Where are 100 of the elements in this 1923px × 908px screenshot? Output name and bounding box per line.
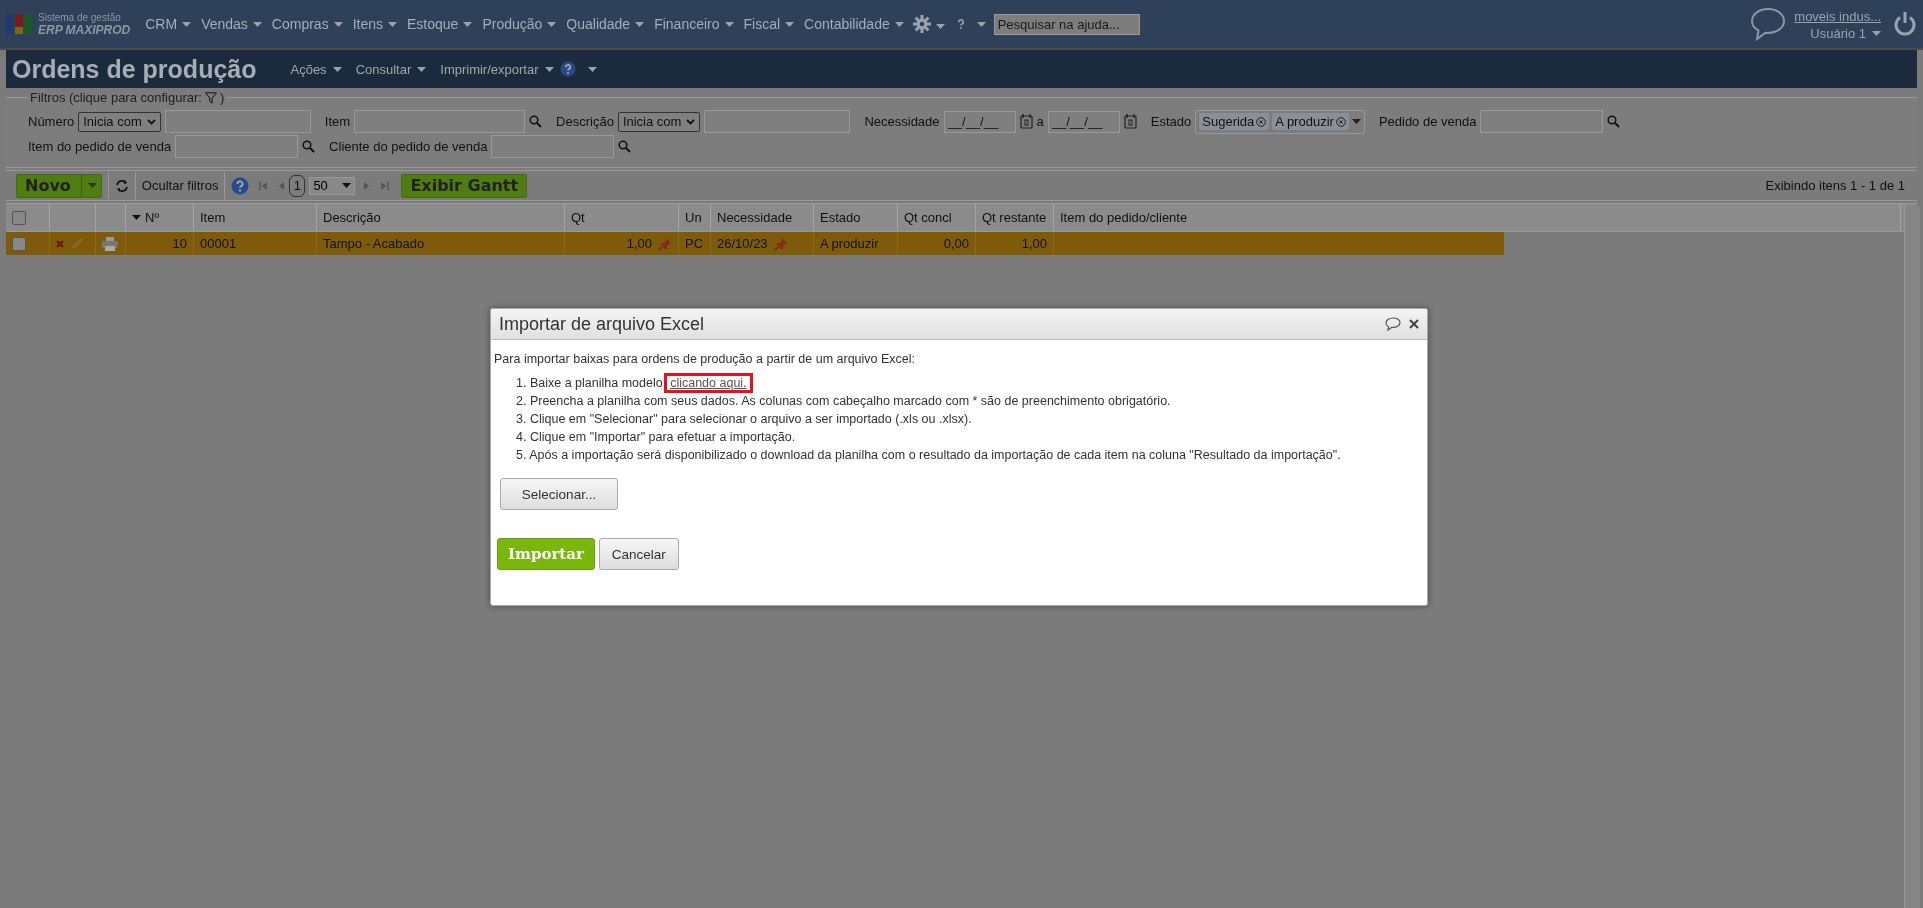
remove-icon[interactable] [1256,116,1267,127]
date-field[interactable]: __/__/__ [943,110,1016,133]
cancel-button[interactable]: Cancelar [598,538,679,570]
match-dropdown[interactable]: Inicia com [78,111,161,132]
user-menu[interactable]: Usuário 1 [1810,25,1881,41]
range-separator: a [1036,114,1044,129]
dialog-intro: Para importar baixas para ordens de produção a partir de um arquivo Excel: [494,351,917,368]
row-checkbox[interactable] [12,236,26,251]
scrollbar[interactable] [1904,206,1920,908]
first-page-icon[interactable] [259,180,270,191]
column-header[interactable]: Estado [814,204,898,231]
filters-legend-end: ) [219,90,225,105]
action-menu[interactable]: Ações [290,61,342,77]
filter-input[interactable] [164,110,311,133]
page-title: Ordens de produção [12,54,257,84]
table-cell: 26/10/23 [717,236,768,251]
remove-icon[interactable] [1335,116,1346,127]
search-icon[interactable] [1607,115,1621,128]
menu-item[interactable]: Estoque [402,16,478,32]
column-header[interactable]: Qt concl [898,204,976,231]
caret-icon [635,21,645,27]
download-link[interactable]: clicando aqui. [664,373,753,393]
printer-icon[interactable] [102,236,118,251]
previous-page-icon[interactable] [277,180,286,191]
column-header[interactable]: Qt restante [976,204,1054,231]
caret-icon [417,66,427,72]
menu-item[interactable]: Produção [477,16,562,32]
page-number-field[interactable]: 1 [289,174,306,197]
caret-icon [1872,30,1881,36]
caret-icon [252,21,262,27]
menu-item[interactable]: Vendas [196,16,267,32]
gantt-button[interactable]: Exibir Gantt [401,173,528,198]
filter-icon[interactable] [204,91,217,104]
close-icon[interactable] [1409,319,1419,329]
status-tag[interactable]: A produzir [1272,113,1349,130]
menu-item[interactable]: Fiscal [738,16,800,32]
status-tag[interactable]: Sugerida [1199,113,1270,130]
column-header[interactable]: Qt [565,204,679,231]
menu-item[interactable]: Itens [347,16,402,32]
caret-icon [332,66,342,72]
caret-icon [463,21,473,27]
help-icon[interactable] [559,61,576,77]
filters-legend[interactable]: Filtros (clique para configurar: [30,90,202,105]
caret-icon [544,66,554,72]
calendar-icon[interactable] [1123,114,1137,129]
match-dropdown[interactable]: Inicia com [617,111,701,132]
calendar-icon[interactable] [1019,114,1033,129]
filter-input[interactable] [1480,110,1604,133]
table-cell: 0,00 [943,236,969,251]
chat-icon[interactable] [1750,7,1787,41]
new-button[interactable]: Novo [16,173,102,198]
search-icon[interactable] [618,140,632,153]
dialog-title: Importar de arquivo Excel [499,313,706,335]
action-menu[interactable]: Consultar [355,61,427,77]
column-header[interactable]: Item [194,204,317,231]
table-row[interactable]: 10 00001 Tampo - Acabado 1,00 PC 26/10/23 A produzir 0,00 1,00 [6,232,1504,255]
status-multiselect[interactable]: Sugerida A produzir [1195,109,1365,134]
sort-icon[interactable] [132,215,141,220]
column-header[interactable]: Descrição [317,204,565,231]
caret-icon [388,21,397,27]
menu-item[interactable]: Qualidade [561,16,650,32]
chevron-icon [686,118,696,125]
settings-icon[interactable] [912,15,931,33]
import-button[interactable]: Importar [497,538,595,570]
last-page-icon[interactable] [379,180,390,191]
column-header[interactable]: Necessidade [711,204,814,231]
refresh-icon[interactable] [114,178,129,193]
filter-input[interactable] [354,110,526,133]
power-icon[interactable] [1893,11,1917,37]
instruction-step: 5. Após a importação será disponibilizado o download da planilha com o resultado da importação de cada item na coluna "Resultado da importação". [516,446,1424,464]
filter-input[interactable] [704,110,851,133]
filter-input[interactable] [491,135,615,158]
search-icon[interactable] [302,140,316,153]
comment-icon[interactable] [1385,317,1401,331]
caret-icon [935,23,945,29]
caret-icon [976,21,986,27]
company-link[interactable]: moveis indus... [1794,7,1881,26]
caret-icon [182,21,192,27]
column-header[interactable]: Un [679,204,711,231]
menu-item[interactable]: Financeiro [649,16,739,32]
menu-item[interactable]: Contabilidade [799,16,909,32]
column-header[interactable]: Item do pedido/cliente [1054,204,1901,231]
table-cell: 1,00 [1021,236,1047,251]
action-menu[interactable]: Imprimir/exportar [440,61,554,77]
delete-icon[interactable] [56,239,64,248]
hide-filters-button[interactable]: Ocultar filtros [141,178,219,193]
column-header[interactable]: Nº [126,204,194,231]
search-icon[interactable] [529,115,543,128]
caret-icon [785,21,795,27]
help-icon[interactable] [231,176,250,195]
caret-icon [87,183,97,188]
menu-item[interactable]: Compras [266,16,348,32]
logo-icon [6,12,33,36]
help-search-field[interactable]: Pesquisar na ajuda... [993,13,1140,35]
select-file-button[interactable]: Selecionar... [500,478,618,510]
filter-input[interactable] [175,135,299,158]
date-field[interactable]: __/__/__ [1047,110,1120,133]
page-size-dropdown[interactable]: 50 [309,176,356,195]
menu-item[interactable]: CRM [140,16,197,32]
select-all-checkbox[interactable] [12,210,26,225]
